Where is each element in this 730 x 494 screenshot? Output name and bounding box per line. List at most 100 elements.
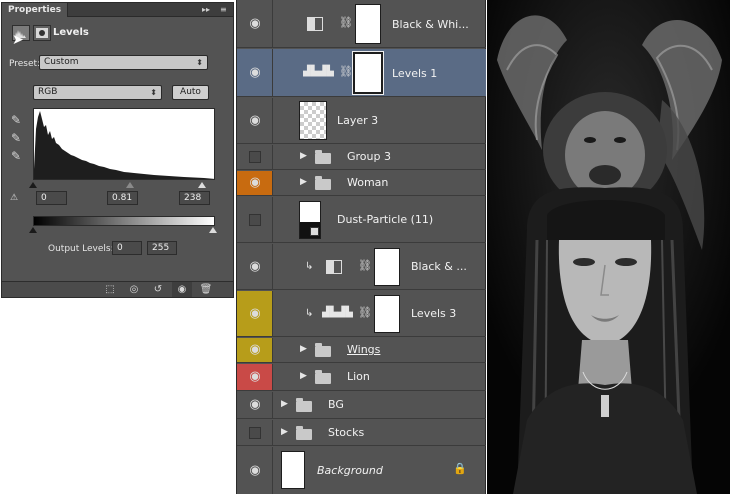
- visibility-off-icon[interactable]: [249, 426, 261, 439]
- layer-name[interactable]: Lion: [347, 370, 370, 383]
- layer-row[interactable]: ◉ ⛓ Black & Whi...: [237, 0, 486, 48]
- layer-thumbnail[interactable]: [299, 201, 321, 239]
- input-black-field[interactable]: 0: [36, 191, 67, 205]
- layer-row[interactable]: ◉ ▶ Wings: [237, 338, 486, 363]
- layer-thumbnail[interactable]: [299, 101, 327, 140]
- layer-row[interactable]: ◉ Layer 3: [237, 98, 486, 144]
- auto-button[interactable]: Auto: [172, 85, 209, 100]
- white-eyedropper-icon[interactable]: ✎: [11, 149, 25, 163]
- eye-icon[interactable]: ◉: [248, 176, 262, 190]
- layer-row[interactable]: ◉ ▶ Woman: [237, 171, 486, 196]
- visibility-icon[interactable]: ◉: [172, 282, 192, 297]
- expand-icon[interactable]: ▶: [300, 177, 307, 187]
- visibility-cell[interactable]: ◉: [237, 0, 273, 47]
- view-previous-icon[interactable]: ◎: [124, 282, 144, 297]
- layer-name[interactable]: BG: [328, 398, 344, 411]
- input-gamma-field[interactable]: 0.81: [107, 191, 138, 205]
- layer-name[interactable]: Black & Whi...: [392, 18, 469, 31]
- visibility-cell[interactable]: ◉: [237, 338, 273, 362]
- clip-to-layer-icon[interactable]: ⬚: [100, 282, 120, 297]
- visibility-cell[interactable]: ◉: [237, 447, 273, 494]
- layer-row[interactable]: ◉ Background 🔒: [237, 447, 486, 494]
- eye-icon[interactable]: ◉: [248, 259, 262, 274]
- mask-thumbnail[interactable]: [374, 248, 400, 286]
- input-levels-slider[interactable]: [29, 180, 215, 190]
- expand-icon[interactable]: ▶: [281, 399, 288, 409]
- layer-row[interactable]: ◉ ▶ BG: [237, 392, 486, 419]
- collapse-icon[interactable]: ▸▸: [202, 4, 210, 16]
- layer-row[interactable]: ▶ Stocks: [237, 420, 486, 446]
- white-point-handle[interactable]: [198, 182, 206, 188]
- output-black-field[interactable]: 0: [112, 241, 142, 255]
- layer-name[interactable]: Black & ...: [411, 260, 467, 273]
- canvas-image[interactable]: [487, 0, 730, 494]
- layer-name[interactable]: Background: [317, 464, 383, 477]
- eye-icon[interactable]: ◉: [248, 16, 262, 31]
- expand-icon[interactable]: ▶: [300, 344, 307, 354]
- panel-menu-icon[interactable]: ≡: [220, 4, 227, 16]
- visibility-cell[interactable]: ◉: [237, 98, 273, 143]
- visibility-cell[interactable]: [237, 197, 273, 242]
- expand-icon[interactable]: ▶: [281, 427, 288, 437]
- visibility-off-icon[interactable]: [249, 151, 261, 163]
- eye-icon[interactable]: ◉: [248, 398, 262, 412]
- visibility-cell[interactable]: ◉: [237, 291, 273, 336]
- eye-icon[interactable]: ◉: [248, 65, 262, 80]
- eye-icon[interactable]: ◉: [248, 463, 262, 478]
- mask-thumbnail[interactable]: [374, 295, 400, 333]
- layer-row[interactable]: Dust-Particle (11): [237, 197, 486, 243]
- layer-row[interactable]: ◉ ▟▙▟▙ ⛓ Levels 1: [237, 49, 486, 97]
- mask-icon[interactable]: [33, 25, 51, 41]
- visibility-cell[interactable]: ◉: [237, 244, 273, 289]
- link-icon[interactable]: ⛓: [339, 16, 353, 29]
- visibility-cell[interactable]: ◉: [237, 49, 273, 96]
- layer-name[interactable]: Woman: [347, 176, 388, 189]
- black-point-handle[interactable]: [29, 182, 37, 188]
- visibility-cell[interactable]: ◉: [237, 364, 273, 390]
- layer-row[interactable]: ▶ Group 3: [237, 145, 486, 170]
- link-icon[interactable]: ⛓: [358, 259, 372, 272]
- trash-icon[interactable]: 🗑: [196, 282, 216, 297]
- eye-icon[interactable]: ◉: [248, 370, 262, 384]
- layer-row[interactable]: ◉ ▶ Lion: [237, 364, 486, 391]
- output-white-handle[interactable]: [209, 227, 217, 233]
- gray-eyedropper-icon[interactable]: ✎: [11, 131, 25, 145]
- output-levels-slider[interactable]: [29, 226, 217, 236]
- layer-name[interactable]: Dust-Particle (11): [337, 213, 433, 226]
- visibility-cell[interactable]: ◉: [237, 171, 273, 195]
- black-eyedropper-icon[interactable]: ✎: [11, 113, 25, 127]
- eye-icon[interactable]: ◉: [248, 343, 262, 357]
- visibility-cell[interactable]: [237, 145, 273, 169]
- layer-name[interactable]: Wings: [347, 343, 380, 356]
- input-white-field[interactable]: 238: [179, 191, 210, 205]
- layer-name[interactable]: Levels 1: [392, 67, 437, 80]
- channel-dropdown[interactable]: RGB ⬍: [33, 85, 162, 100]
- eye-icon[interactable]: ◉: [248, 113, 262, 128]
- mask-thumbnail[interactable]: [355, 4, 381, 44]
- preset-dropdown[interactable]: Custom ⬍: [39, 55, 208, 70]
- expand-icon[interactable]: ▶: [300, 151, 307, 161]
- eye-icon[interactable]: ◉: [248, 306, 262, 321]
- link-icon[interactable]: ⛓: [339, 65, 353, 78]
- dropdown-arrow-icon: ⬍: [196, 58, 203, 67]
- reset-icon[interactable]: ↺: [148, 282, 168, 297]
- output-black-handle[interactable]: [29, 227, 37, 233]
- gamma-handle[interactable]: [126, 182, 134, 188]
- layer-row[interactable]: ◉ ↳ ▟▙▟▙ ⛓ Levels 3: [237, 291, 486, 337]
- visibility-cell[interactable]: [237, 420, 273, 445]
- tab-properties[interactable]: Properties: [2, 3, 69, 17]
- link-icon[interactable]: ⛓: [358, 306, 372, 319]
- layer-thumbnail[interactable]: [281, 451, 305, 489]
- layer-name[interactable]: Stocks: [328, 426, 364, 439]
- expand-icon[interactable]: ▶: [300, 371, 307, 381]
- layer-row[interactable]: ◉ ↳ ⛓ Black & ...: [237, 244, 486, 290]
- layer-name[interactable]: Group 3: [347, 150, 391, 163]
- visibility-cell[interactable]: ◉: [237, 392, 273, 418]
- output-white-field[interactable]: 255: [147, 241, 177, 255]
- layer-name[interactable]: Levels 3: [411, 307, 456, 320]
- layer-name[interactable]: Layer 3: [337, 114, 378, 127]
- mask-thumbnail[interactable]: [352, 51, 384, 95]
- clipping-warning-icon[interactable]: ⚠: [10, 193, 18, 203]
- visibility-off-icon[interactable]: [249, 213, 261, 226]
- black-white-adjustment-icon: [326, 260, 342, 274]
